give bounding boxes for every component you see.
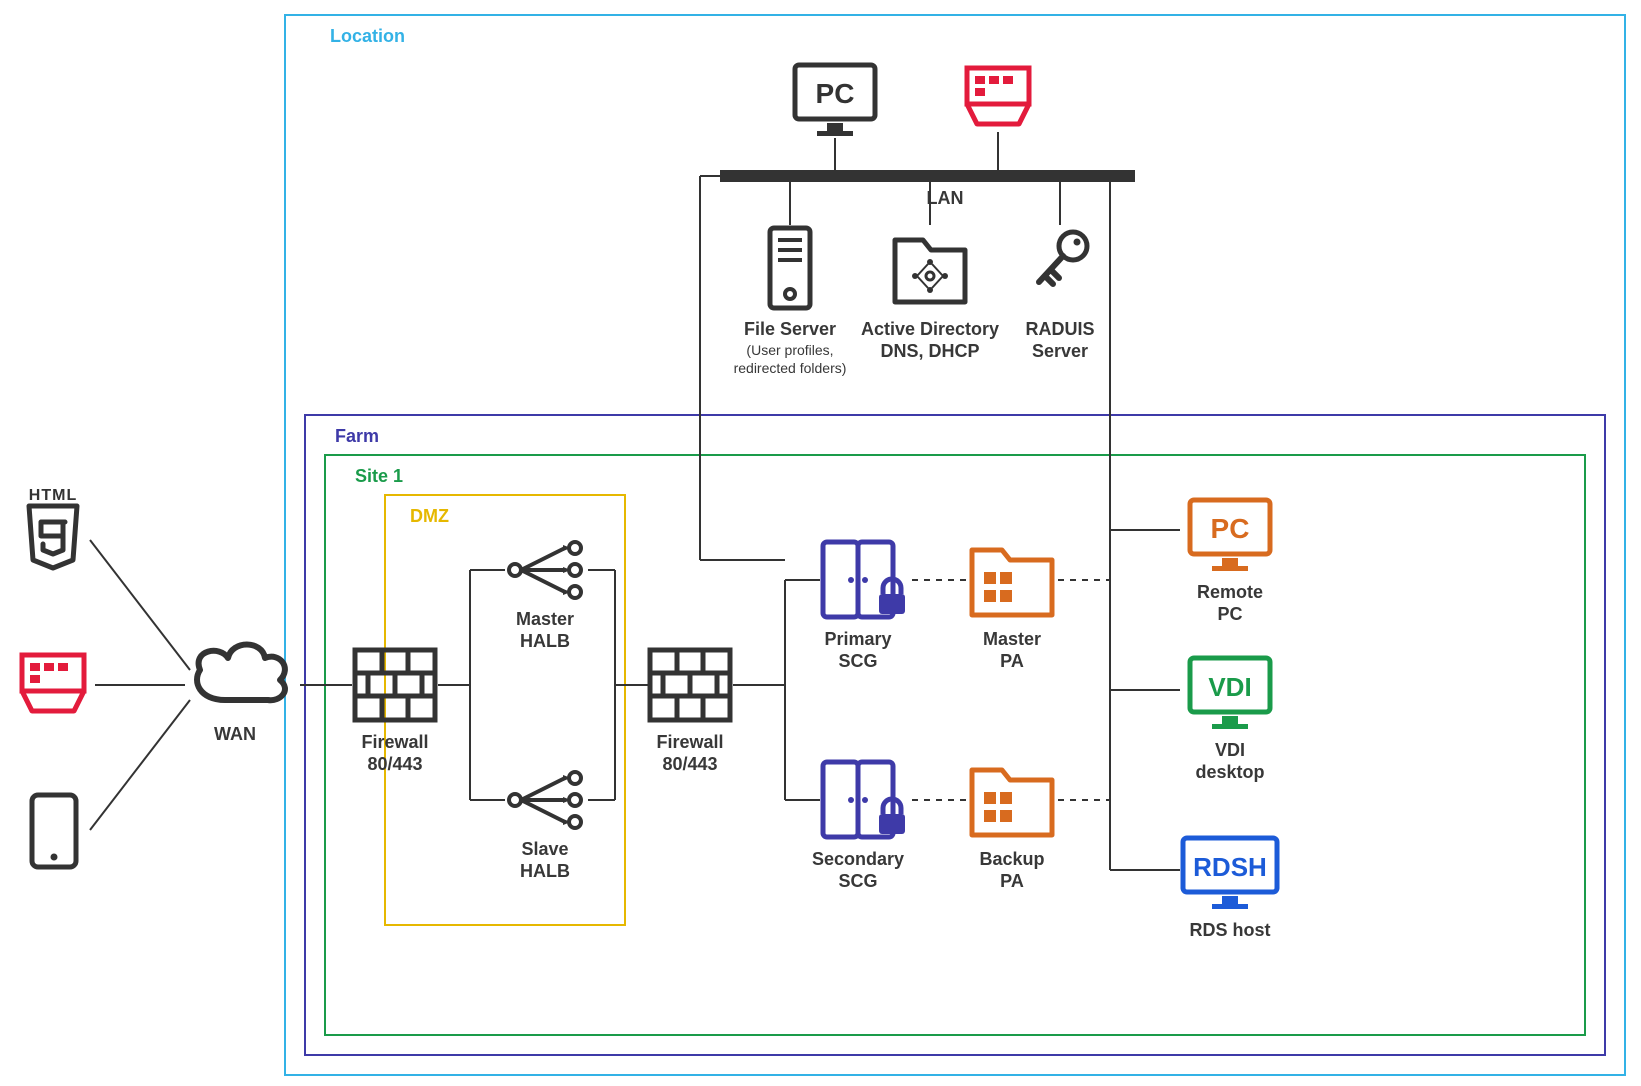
- wan-cloud-icon: [197, 645, 285, 701]
- slave-halb-l2: HALB: [520, 861, 570, 881]
- primary-scg-l2: SCG: [838, 651, 877, 671]
- firewall2-label-2: 80/443: [662, 754, 717, 774]
- rdsh-icon: RDSH: [1183, 838, 1277, 909]
- wan-label: WAN: [214, 724, 256, 744]
- location-label: Location: [330, 26, 405, 46]
- file-server-l3: redirected folders): [734, 360, 847, 376]
- conn-fw2-scgs: [733, 580, 820, 800]
- radius-l1: RADUIS: [1025, 319, 1094, 339]
- svg-text:PC: PC: [1211, 513, 1250, 544]
- rdsh-l1: RDS host: [1190, 920, 1271, 940]
- svg-text:HTML: HTML: [29, 487, 77, 504]
- site-label: Site 1: [355, 466, 403, 486]
- master-pa-l1: Master: [983, 629, 1041, 649]
- ras-client-icon: [22, 655, 84, 711]
- ad-l2: DNS, DHCP: [880, 341, 979, 361]
- primary-scg-l1: Primary: [824, 629, 891, 649]
- file-server-l2: (User profiles,: [746, 342, 833, 358]
- master-halb-l2: HALB: [520, 631, 570, 651]
- conn-halbs-fw2: [588, 570, 650, 800]
- remote-pc-l2: PC: [1217, 604, 1242, 624]
- vdi-l1: VDI: [1215, 740, 1245, 760]
- firewall2-label-1: Firewall: [656, 732, 723, 752]
- backup-pa-l2: PA: [1000, 871, 1024, 891]
- dmz-label: DMZ: [410, 506, 449, 526]
- file-server-l1: File Server: [744, 319, 836, 339]
- dmz-box: [385, 495, 625, 925]
- file-server-icon: [770, 228, 810, 308]
- html5-client-icon: HTML: [29, 487, 77, 568]
- mobile-client-icon: [32, 795, 76, 867]
- firewall1-icon: [355, 650, 435, 720]
- firewall1-label-2: 80/443: [367, 754, 422, 774]
- radius-icon: [1039, 232, 1087, 284]
- master-pa-icon: [972, 550, 1052, 615]
- remote-pc-l1: Remote: [1197, 582, 1263, 602]
- primary-scg-icon: [823, 542, 905, 617]
- lan-pc-icon: PC: [795, 65, 875, 136]
- lan-bar: [720, 170, 1135, 182]
- farm-label: Farm: [335, 426, 379, 446]
- lan-label: LAN: [927, 188, 964, 208]
- lan-ras-icon: [967, 68, 1029, 124]
- remote-pc-icon: PC: [1190, 500, 1270, 571]
- radius-l2: Server: [1032, 341, 1088, 361]
- svg-text:PC: PC: [816, 78, 855, 109]
- svg-text:RDSH: RDSH: [1193, 852, 1267, 882]
- site-box: [325, 455, 1585, 1035]
- conn-html5-wan: [90, 540, 190, 670]
- conn-mobile-wan: [90, 700, 190, 830]
- master-halb-l1: Master: [516, 609, 574, 629]
- ad-icon: [895, 240, 965, 302]
- ad-l1: Active Directory: [861, 319, 999, 339]
- conn-fw1-halbs: [438, 570, 505, 800]
- conn-pa-resources: [1058, 530, 1180, 870]
- slave-halb-icon: [509, 772, 581, 828]
- firewall1-label-1: Firewall: [361, 732, 428, 752]
- secondary-scg-icon: [823, 762, 905, 837]
- vdi-l2: desktop: [1195, 762, 1264, 782]
- svg-text:VDI: VDI: [1208, 672, 1251, 702]
- secondary-scg-l2: SCG: [838, 871, 877, 891]
- master-halb-icon: [509, 542, 581, 598]
- backup-pa-icon: [972, 770, 1052, 835]
- vdi-icon: VDI: [1190, 658, 1270, 729]
- slave-halb-l1: Slave: [521, 839, 568, 859]
- backup-pa-l1: Backup: [979, 849, 1044, 869]
- secondary-scg-l1: Secondary: [812, 849, 904, 869]
- farm-box: [305, 415, 1605, 1055]
- firewall2-icon: [650, 650, 730, 720]
- master-pa-l2: PA: [1000, 651, 1024, 671]
